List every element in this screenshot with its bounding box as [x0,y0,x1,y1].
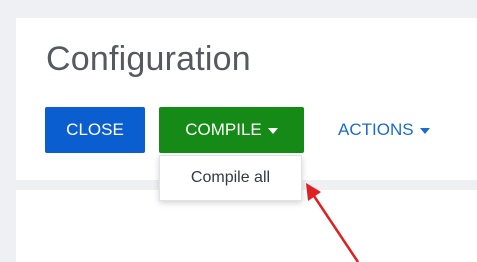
compile-button[interactable]: COMPILE [159,107,304,153]
close-button[interactable]: CLOSE [45,107,145,153]
caret-down-icon [267,128,278,134]
menu-item-compile-all[interactable]: Compile all [160,156,301,200]
compile-dropdown-menu: Compile all [159,155,302,201]
page-title: Configuration [46,40,251,78]
actions-dropdown-button[interactable]: ACTIONS [338,107,430,153]
compile-button-label: COMPILE [185,120,262,139]
close-button-label: CLOSE [66,120,124,139]
caret-down-icon [419,128,430,134]
actions-button-label: ACTIONS [338,120,414,139]
